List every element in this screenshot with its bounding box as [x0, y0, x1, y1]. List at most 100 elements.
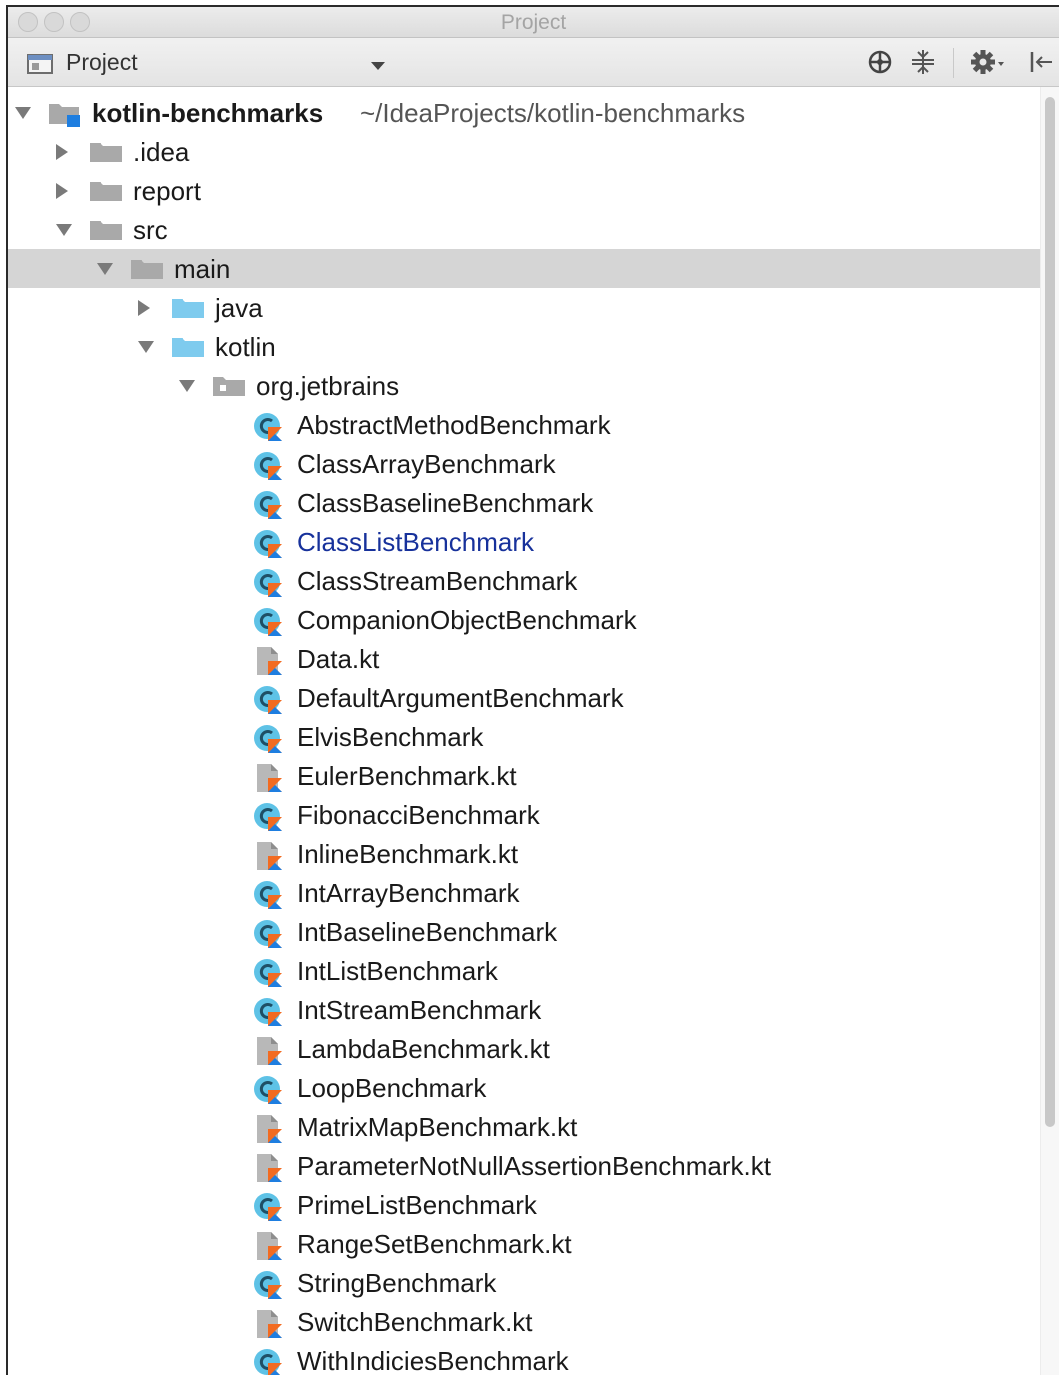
tree-node-label: org.jetbrains	[256, 371, 400, 401]
tree-node-label: Data.kt	[297, 644, 380, 674]
settings-gear-icon[interactable]	[970, 48, 1008, 81]
tree-node-file[interactable]: IntStreamBenchmark	[8, 990, 1041, 1029]
tree-node-file[interactable]: LoopBenchmark	[8, 1068, 1041, 1107]
tree-node-label: kotlin-benchmarks	[92, 98, 324, 128]
tree-node-file[interactable]: ClassBaselineBenchmark	[8, 483, 1041, 522]
kotlin-class-icon	[253, 802, 287, 837]
tree-node-file[interactable]: RangeSetBenchmark.kt	[8, 1224, 1041, 1263]
tree-node-file[interactable]: SwitchBenchmark.kt	[8, 1302, 1041, 1341]
tree-node-file[interactable]: StringBenchmark	[8, 1263, 1041, 1302]
tree-node-label: WithIndiciesBenchmark	[297, 1346, 569, 1375]
tree-node-folder[interactable]: .idea	[8, 132, 1041, 171]
tree-node-file[interactable]: LambdaBenchmark.kt	[8, 1029, 1041, 1068]
tree-node-folder[interactable]: src	[8, 210, 1041, 249]
tree-node-label: PrimeListBenchmark	[297, 1190, 537, 1220]
tree-node-folder[interactable]: org.jetbrains	[8, 366, 1041, 405]
tree-node-folder[interactable]: kotlin-benchmarks ~/IdeaProjects/kotlin-b…	[8, 93, 1041, 132]
tree-node-file[interactable]: WithIndiciesBenchmark	[8, 1341, 1041, 1375]
kotlin-class-icon	[253, 568, 287, 603]
source-folder-icon	[171, 334, 205, 363]
tree-node-folder[interactable]: report	[8, 171, 1041, 210]
tree-node-file[interactable]: ClassStreamBenchmark	[8, 561, 1041, 600]
kotlin-class-icon	[253, 919, 287, 954]
tree-node-label: SwitchBenchmark.kt	[297, 1307, 533, 1337]
tree-node-file[interactable]: MatrixMapBenchmark.kt	[8, 1107, 1041, 1146]
tree-node-file[interactable]: IntBaselineBenchmark	[8, 912, 1041, 951]
kotlin-file-icon	[253, 841, 287, 876]
folder-icon	[89, 217, 123, 246]
collapse-all-icon[interactable]	[909, 48, 937, 81]
tree-node-file[interactable]: ParameterNotNullAssertionBenchmark.kt	[8, 1146, 1041, 1185]
tree-node-label: IntArrayBenchmark	[297, 878, 520, 908]
tree-node-file[interactable]: InlineBenchmark.kt	[8, 834, 1041, 873]
tree-node-label: CompanionObjectBenchmark	[297, 605, 637, 635]
tree-node-file[interactable]: EulerBenchmark.kt	[8, 756, 1041, 795]
collapse-arrow-icon[interactable]	[14, 106, 32, 125]
expand-arrow-icon[interactable]	[55, 143, 69, 166]
package-icon	[212, 373, 246, 402]
project-toolbar: Project	[8, 38, 1059, 87]
tree-node-file[interactable]: CompanionObjectBenchmark	[8, 600, 1041, 639]
hide-panel-icon[interactable]	[1026, 48, 1054, 81]
kotlin-class-icon	[253, 1348, 287, 1375]
expand-arrow-icon[interactable]	[55, 182, 69, 205]
tree-node-file[interactable]: DefaultArgumentBenchmark	[8, 678, 1041, 717]
collapse-arrow-icon[interactable]	[137, 340, 155, 359]
tree-node-label: IntStreamBenchmark	[297, 995, 542, 1025]
tree-node-label: report	[133, 176, 201, 206]
locate-icon[interactable]	[866, 48, 894, 81]
folder-icon	[89, 139, 123, 168]
vertical-scrollbar[interactable]	[1040, 87, 1059, 1375]
tree-node-label: kotlin	[215, 332, 276, 362]
tree-node-file[interactable]: IntArrayBenchmark	[8, 873, 1041, 912]
tree-node-label: ClassBaselineBenchmark	[297, 488, 594, 518]
tree-node-file[interactable]: PrimeListBenchmark	[8, 1185, 1041, 1224]
tree-node-label: ClassListBenchmark	[297, 527, 534, 557]
tree-node-file[interactable]: ElvisBenchmark	[8, 717, 1041, 756]
tree-node-folder[interactable]: kotlin	[8, 327, 1041, 366]
kotlin-class-icon	[253, 412, 287, 447]
expand-arrow-icon[interactable]	[137, 299, 151, 322]
kotlin-class-icon	[253, 1192, 287, 1227]
kotlin-file-icon	[253, 1231, 287, 1266]
kotlin-class-icon	[253, 685, 287, 720]
tree-node-file[interactable]: ClassListBenchmark	[8, 522, 1041, 561]
collapse-arrow-icon[interactable]	[55, 223, 73, 242]
project-path-label: ~/IdeaProjects/kotlin-benchmarks	[360, 98, 746, 128]
tree-node-label: ParameterNotNullAssertionBenchmark.kt	[297, 1151, 771, 1181]
kotlin-class-icon	[253, 490, 287, 525]
tree-node-label: IntBaselineBenchmark	[297, 917, 558, 947]
tree-node-label: ClassStreamBenchmark	[297, 566, 578, 596]
tree-node-file[interactable]: AbstractMethodBenchmark	[8, 405, 1041, 444]
tree-node-file[interactable]: FibonacciBenchmark	[8, 795, 1041, 834]
tree-node-file[interactable]: Data.kt	[8, 639, 1041, 678]
tree-node-file[interactable]: ClassArrayBenchmark	[8, 444, 1041, 483]
tree-node-folder[interactable]: main	[8, 249, 1041, 288]
tree-node-label: FibonacciBenchmark	[297, 800, 540, 830]
kotlin-file-icon	[253, 646, 287, 681]
title-bar: Project	[8, 7, 1059, 38]
tree-node-file[interactable]: IntListBenchmark	[8, 951, 1041, 990]
tree-node-label: ElvisBenchmark	[297, 722, 484, 752]
tree-node-label: LambdaBenchmark.kt	[297, 1034, 550, 1064]
tree-node-folder[interactable]: java	[8, 288, 1041, 327]
tree-node-label: AbstractMethodBenchmark	[297, 410, 611, 440]
kotlin-file-icon	[253, 763, 287, 798]
project-view-selector[interactable]: Project	[66, 49, 138, 76]
kotlin-class-icon	[253, 958, 287, 993]
kotlin-class-icon	[253, 529, 287, 564]
tree-node-label: LoopBenchmark	[297, 1073, 487, 1103]
kotlin-class-icon	[253, 451, 287, 486]
tree-node-label: src	[133, 215, 168, 245]
collapse-arrow-icon[interactable]	[96, 262, 114, 281]
chevron-down-icon[interactable]	[370, 58, 386, 76]
scrollbar-thumb[interactable]	[1045, 97, 1055, 1127]
kotlin-file-icon	[253, 1153, 287, 1188]
tree-node-label: MatrixMapBenchmark.kt	[297, 1112, 578, 1142]
collapse-arrow-icon[interactable]	[178, 379, 196, 398]
tree-node-label: IntListBenchmark	[297, 956, 498, 986]
tree-node-label: StringBenchmark	[297, 1268, 497, 1298]
project-tree[interactable]: kotlin-benchmarks ~/IdeaProjects/kotlin-b…	[8, 87, 1059, 1375]
kotlin-class-icon	[253, 1075, 287, 1110]
project-view-icon	[26, 51, 56, 80]
